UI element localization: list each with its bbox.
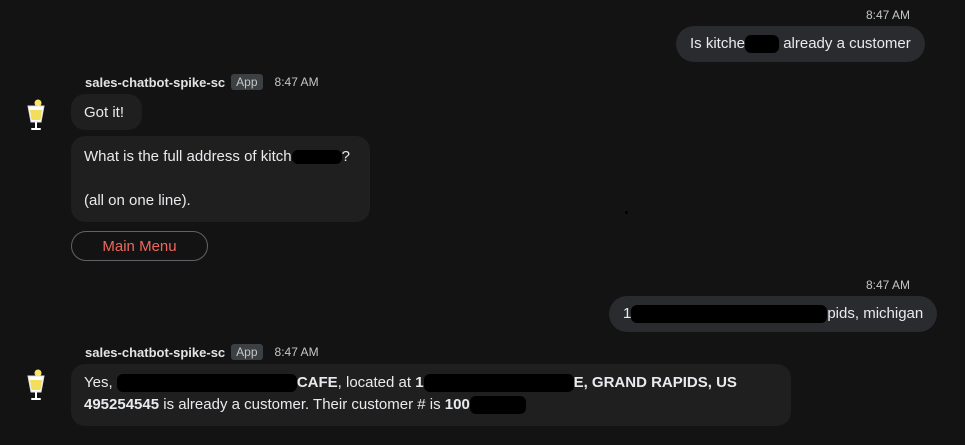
- user-message-timestamp: 8:47 AM: [866, 278, 911, 292]
- user-message-text: already a customer: [779, 35, 911, 52]
- app-badge: App: [231, 74, 263, 90]
- main-menu-button[interactable]: Main Menu: [71, 231, 208, 261]
- bot-message-line: 495254545 is already a customer. Their c…: [84, 394, 778, 416]
- bot-message-bubble: Yes, CAFE, located at 1 E, GRAND RAPIDS, …: [71, 364, 791, 426]
- user-message-bubble: Is kitche already a customer: [676, 26, 925, 62]
- user-message-text: 1: [623, 305, 632, 322]
- redaction-mark: [423, 374, 574, 393]
- user-message-text: pids, michigan: [827, 305, 924, 322]
- bot-message-timestamp: 8:47 AM: [274, 75, 319, 89]
- bot-message-line: What is the full address of kitch?: [84, 148, 350, 165]
- bot-message-bubble: Got it!: [71, 94, 142, 130]
- user-message-bubble: 1 pids, michigan: [609, 296, 938, 332]
- bot-message-bubble: What is the full address of kitch? (all …: [71, 136, 370, 222]
- redaction-mark: [745, 35, 780, 54]
- bot-message-line: Yes, CAFE, located at 1 E, GRAND RAPIDS, …: [84, 374, 737, 393]
- bot-sender-header: sales-chatbot-spike-sc App 8:47 AM: [85, 344, 319, 360]
- redaction-mark: [469, 396, 526, 415]
- stray-dot: [625, 211, 628, 214]
- user-message-text: Is kitche: [690, 35, 746, 52]
- bot-message-text: Got it!: [84, 104, 125, 121]
- app-badge: App: [231, 344, 263, 360]
- bot-message-timestamp: 8:47 AM: [274, 345, 319, 359]
- bot-avatar-icon[interactable]: [24, 98, 48, 134]
- bot-sender-name[interactable]: sales-chatbot-spike-sc: [85, 75, 225, 90]
- bot-message-line: (all on one line).: [84, 192, 191, 209]
- redaction-mark: [116, 374, 297, 393]
- bot-avatar-icon[interactable]: [24, 368, 48, 404]
- bot-sender-header: sales-chatbot-spike-sc App 8:47 AM: [85, 74, 319, 90]
- redaction-mark: [291, 150, 342, 165]
- user-message-timestamp: 8:47 AM: [866, 8, 911, 22]
- redaction-mark: [631, 305, 828, 324]
- bot-sender-name[interactable]: sales-chatbot-spike-sc: [85, 345, 225, 360]
